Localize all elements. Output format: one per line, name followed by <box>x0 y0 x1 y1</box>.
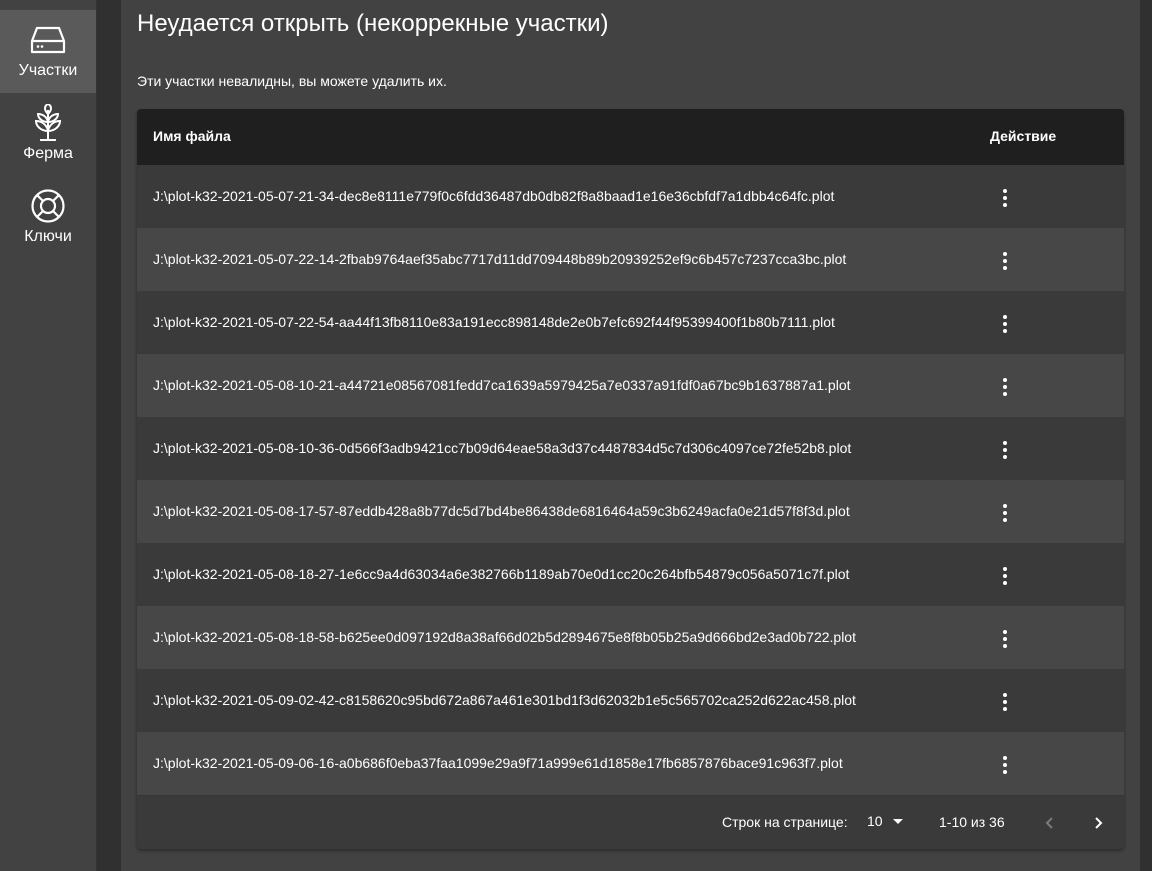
rows-per-page-value: 10 <box>867 813 883 829</box>
filename-cell: J:\plot-k32-2021-05-08-18-58-b625ee0d097… <box>153 629 856 645</box>
filename-cell: J:\plot-k32-2021-05-07-21-34-dec8e8111e7… <box>153 188 835 204</box>
chevron-right-icon <box>1095 817 1103 829</box>
column-header-action: Действие <box>990 128 1057 144</box>
column-header-filename: Имя файла <box>153 128 231 144</box>
filename-cell: J:\plot-k32-2021-05-08-10-21-a44721e0856… <box>153 377 851 393</box>
table-row: J:\plot-k32-2021-05-08-10-21-a44721e0856… <box>137 354 1124 417</box>
sidebar-item-farm[interactable]: Ферма <box>0 93 96 176</box>
more-vertical-icon[interactable] <box>991 625 1019 653</box>
table-body: J:\plot-k32-2021-05-07-21-34-dec8e8111e7… <box>137 165 1124 795</box>
chevron-left-icon <box>1045 817 1053 829</box>
sprout-icon <box>28 103 68 143</box>
more-vertical-icon[interactable] <box>991 751 1019 779</box>
invalid-plots-table: Имя файла Действие J:\plot-k32-2021-05-0… <box>137 109 1124 849</box>
sidebar-item-label: Ферма <box>23 145 73 162</box>
page-title: Неудается открыть (некоррекные участки) <box>137 10 609 37</box>
sidebar-item-label: Ключи <box>24 228 72 245</box>
rows-per-page-label: Строк на странице: <box>722 814 848 830</box>
sidebar-item-plots[interactable]: Участки <box>0 10 96 93</box>
more-vertical-icon[interactable] <box>991 373 1019 401</box>
content-gutter-right <box>1140 0 1152 871</box>
sidebar-item-label: Участки <box>18 62 78 79</box>
filename-cell: J:\plot-k32-2021-05-07-22-14-2fbab9764ae… <box>153 251 847 267</box>
table-row: J:\plot-k32-2021-05-08-17-57-87eddb428a8… <box>137 480 1124 543</box>
filename-cell: J:\plot-k32-2021-05-09-02-42-c8158620c95… <box>153 692 856 708</box>
previous-page-button[interactable] <box>1036 809 1064 837</box>
table-row: J:\plot-k32-2021-05-08-18-58-b625ee0d097… <box>137 606 1124 669</box>
table-row: J:\plot-k32-2021-05-09-06-16-a0b686f0eba… <box>137 732 1124 795</box>
table-row: J:\plot-k32-2021-05-08-18-27-1e6cc9a4d63… <box>137 543 1124 606</box>
pagination-range: 1-10 из 36 <box>939 814 1005 830</box>
sidebar: Участки Ферма Ключи <box>0 0 97 871</box>
filename-cell: J:\plot-k32-2021-05-09-06-16-a0b686f0eba… <box>153 755 843 771</box>
filename-cell: J:\plot-k32-2021-05-08-10-36-0d566f3adb9… <box>153 440 852 456</box>
table-row: J:\plot-k32-2021-05-07-22-54-aa44f13fb81… <box>137 291 1124 354</box>
lifebuoy-icon <box>28 186 68 226</box>
hard-drive-icon <box>28 20 68 60</box>
table-row: J:\plot-k32-2021-05-07-21-34-dec8e8111e7… <box>137 165 1124 228</box>
more-vertical-icon[interactable] <box>991 562 1019 590</box>
rows-per-page-select[interactable]: 10 <box>867 813 903 829</box>
more-vertical-icon[interactable] <box>991 688 1019 716</box>
filename-cell: J:\plot-k32-2021-05-07-22-54-aa44f13fb81… <box>153 314 835 330</box>
main-content: Неудается открыть (некоррекные участки) … <box>121 0 1140 871</box>
filename-cell: J:\plot-k32-2021-05-08-17-57-87eddb428a8… <box>153 503 850 519</box>
next-page-button[interactable] <box>1084 809 1112 837</box>
content-gutter <box>97 0 121 871</box>
sidebar-item-keys[interactable]: Ключи <box>0 176 96 259</box>
table-header: Имя файла Действие <box>137 109 1124 165</box>
caret-down-icon <box>892 818 903 824</box>
page-subtitle: Эти участки невалидны, вы можете удалить… <box>137 73 447 89</box>
more-vertical-icon[interactable] <box>991 310 1019 338</box>
table-pagination: Строк на странице: 10 1-10 из 36 <box>137 795 1124 849</box>
more-vertical-icon[interactable] <box>991 499 1019 527</box>
more-vertical-icon[interactable] <box>991 247 1019 275</box>
more-vertical-icon[interactable] <box>991 184 1019 212</box>
filename-cell: J:\plot-k32-2021-05-08-18-27-1e6cc9a4d63… <box>153 566 850 582</box>
table-row: J:\plot-k32-2021-05-07-22-14-2fbab9764ae… <box>137 228 1124 291</box>
table-row: J:\plot-k32-2021-05-09-02-42-c8158620c95… <box>137 669 1124 732</box>
more-vertical-icon[interactable] <box>991 436 1019 464</box>
table-row: J:\plot-k32-2021-05-08-10-36-0d566f3adb9… <box>137 417 1124 480</box>
